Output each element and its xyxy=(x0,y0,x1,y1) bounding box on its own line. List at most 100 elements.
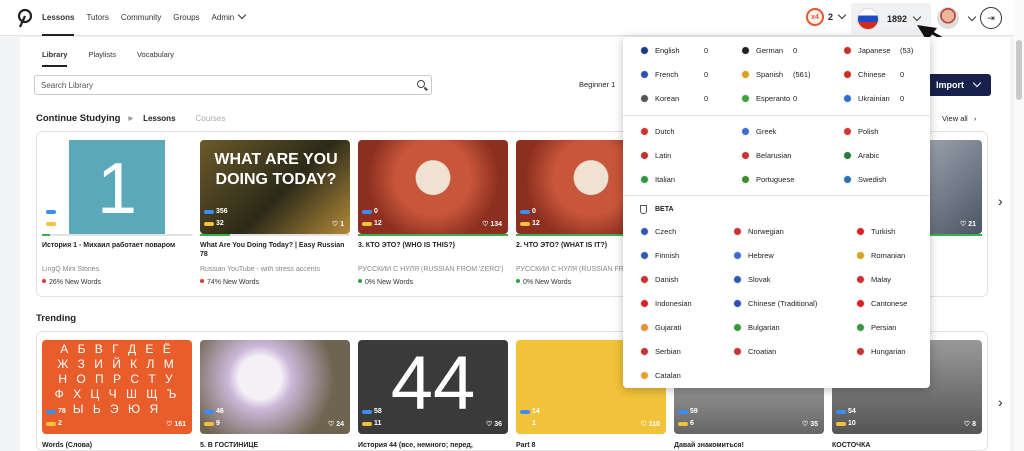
language-option[interactable]: Cantonese xyxy=(856,299,907,308)
language-option[interactable]: Spanish xyxy=(741,70,783,79)
language-option[interactable]: Croatian xyxy=(733,347,776,356)
language-lingq-count: 0 xyxy=(793,46,798,55)
language-flag-icon xyxy=(733,323,742,332)
lesson-title[interactable]: История 44 (все, немного; перед, xyxy=(358,441,508,450)
like-count[interactable]: ♡ 35 xyxy=(802,420,818,428)
lesson-title[interactable]: 3. КТО ЭТО? (WHO IS THIS?) xyxy=(358,241,508,250)
language-flag-icon xyxy=(741,70,750,79)
language-option[interactable]: Greek xyxy=(741,127,776,136)
lesson-title[interactable]: Давай знакомиться! xyxy=(674,441,824,450)
like-count[interactable]: ♡ 24 xyxy=(328,420,344,428)
search-icon[interactable] xyxy=(417,80,425,88)
like-count[interactable]: ♡ 36 xyxy=(486,420,502,428)
scrollbar-thumb[interactable] xyxy=(1016,40,1022,100)
chevron-right-icon[interactable]: › xyxy=(998,394,1003,410)
language-option[interactable]: Slovak xyxy=(733,275,771,284)
lesson-card[interactable]: 0 12 ♡ 134 3. КТО ЭТО? (WHO IS THIS?) РУССКИ… xyxy=(358,140,508,290)
lesson-title[interactable]: 5. В ГОСТИНИЦЕ xyxy=(200,441,350,450)
language-option[interactable]: Persian xyxy=(856,323,896,332)
blue-bar-icon xyxy=(46,409,56,414)
lesson-title[interactable]: Words (Слова) xyxy=(42,441,192,450)
nav-community[interactable]: Community xyxy=(121,0,161,36)
language-option[interactable]: Catalan xyxy=(640,371,681,380)
language-option[interactable]: Latin xyxy=(640,151,671,160)
like-count[interactable]: ♡ 1 xyxy=(332,220,344,228)
tab-library[interactable]: Library xyxy=(42,50,68,67)
language-option[interactable]: English xyxy=(640,46,680,55)
language-option[interactable]: Turkish xyxy=(856,227,895,236)
language-option[interactable]: Italian xyxy=(640,175,675,184)
main-nav: Lessons Tutors Community Groups Admin xyxy=(42,0,257,36)
nav-admin[interactable]: Admin xyxy=(212,0,247,36)
language-name: Greek xyxy=(756,127,777,136)
language-option[interactable]: Swedish xyxy=(843,175,886,184)
tab-playlists[interactable]: Playlists xyxy=(88,50,116,59)
nav-groups[interactable]: Groups xyxy=(173,0,199,36)
language-option[interactable]: Korean xyxy=(640,94,679,103)
language-option[interactable]: Gujarati xyxy=(640,323,681,332)
yellow-count: 12 xyxy=(532,220,540,227)
lesson-source[interactable]: LingQ Mini Stories xyxy=(42,266,192,273)
like-count[interactable]: ♡ 110 xyxy=(640,420,660,428)
like-count[interactable]: ♡ 21 xyxy=(960,220,976,228)
language-flag-icon xyxy=(843,175,852,184)
language-option[interactable]: Chinese (Traditional) xyxy=(733,299,817,308)
language-flag-icon xyxy=(856,347,865,356)
streak-button[interactable]: x4 2 xyxy=(806,8,847,26)
lesson-title[interactable]: История 1 - Михаил работает поваром xyxy=(42,241,192,250)
lesson-card[interactable]: 44 58 11 ♡ 36 История 44 (все, немного; пере… xyxy=(358,340,508,451)
lesson-card[interactable]: WHAT ARE YOU DOING TODAY? 356 32 ♡ 1 What Ar… xyxy=(200,140,350,290)
lesson-card[interactable]: А Б В Г Д Е Ё Ж З И Й К Л М Н О П Р С Т … xyxy=(42,340,192,451)
language-option[interactable]: Arabic xyxy=(843,151,879,160)
level-filter[interactable]: Beginner 1 xyxy=(579,80,615,89)
language-option[interactable]: Japanese xyxy=(843,46,891,55)
language-option[interactable]: Hungarian xyxy=(856,347,906,356)
import-button[interactable]: Import xyxy=(927,74,991,96)
lesson-title[interactable]: КОСТОЧКА xyxy=(832,441,982,450)
view-all-link[interactable]: View all › xyxy=(942,114,976,123)
language-option[interactable]: Polish xyxy=(843,127,878,136)
language-option[interactable]: Bulgarian xyxy=(733,323,780,332)
language-option[interactable]: Danish xyxy=(640,275,678,284)
language-option[interactable]: Esperanto xyxy=(741,94,790,103)
like-count[interactable]: ♡ 161 xyxy=(166,420,186,428)
like-count[interactable]: ♡ 8 xyxy=(964,420,976,428)
language-option[interactable]: Ukrainian xyxy=(843,94,890,103)
tab-vocabulary[interactable]: Vocabulary xyxy=(137,50,174,59)
lesson-card[interactable]: 46 9 ♡ 24 5. В ГОСТИНИЦЕ xyxy=(200,340,350,451)
tab-courses[interactable]: Courses xyxy=(196,114,226,123)
scrollbar[interactable] xyxy=(1014,0,1024,451)
language-flag-icon xyxy=(856,299,865,308)
nav-lessons[interactable]: Lessons xyxy=(42,0,75,36)
likes: 21 xyxy=(968,221,976,228)
nav-tutors[interactable]: Tutors xyxy=(86,0,108,36)
like-count[interactable]: ♡ 812 xyxy=(166,220,186,228)
lesson-title[interactable]: Part 8 xyxy=(516,441,666,450)
chevron-down-icon[interactable] xyxy=(967,12,977,22)
language-option[interactable]: Serbian xyxy=(640,347,681,356)
lesson-card[interactable]: 1 21 12 ♡ 812 История 1 - Михаил работает по… xyxy=(42,140,192,290)
language-option[interactable]: Dutch xyxy=(640,127,675,136)
search-input[interactable]: Search Library xyxy=(34,75,432,95)
trending-title: Trending xyxy=(36,313,77,324)
language-option[interactable]: Hebrew xyxy=(733,251,774,260)
language-option[interactable]: Romanian xyxy=(856,251,905,260)
tab-lessons[interactable]: Lessons xyxy=(143,114,175,123)
language-option[interactable]: Czech xyxy=(640,227,676,236)
like-count[interactable]: ♡ 134 xyxy=(482,220,502,228)
language-option[interactable]: French xyxy=(640,70,678,79)
language-option[interactable]: Malay xyxy=(856,275,891,284)
chevron-right-icon[interactable]: › xyxy=(998,193,1003,209)
language-option[interactable]: German xyxy=(741,46,783,55)
language-option[interactable]: Belarusian xyxy=(741,151,791,160)
language-option[interactable]: Portuguese xyxy=(741,175,794,184)
language-option[interactable]: Norwegian xyxy=(733,227,784,236)
language-option[interactable]: Chinese xyxy=(843,70,886,79)
lesson-title[interactable]: What Are You Doing Today? | Easy Russian… xyxy=(200,241,350,259)
lesson-source[interactable]: РУССКИЙ С НУЛЯ (RUSSIAN FROM 'ZERO') xyxy=(358,266,508,273)
lesson-source[interactable]: Russian YouTube - with stress accents xyxy=(200,266,350,273)
lingq-logo-icon[interactable] xyxy=(16,8,34,28)
progress-bar xyxy=(358,234,508,236)
language-option[interactable]: Indonesian xyxy=(640,299,692,308)
language-option[interactable]: Finnish xyxy=(640,251,679,260)
